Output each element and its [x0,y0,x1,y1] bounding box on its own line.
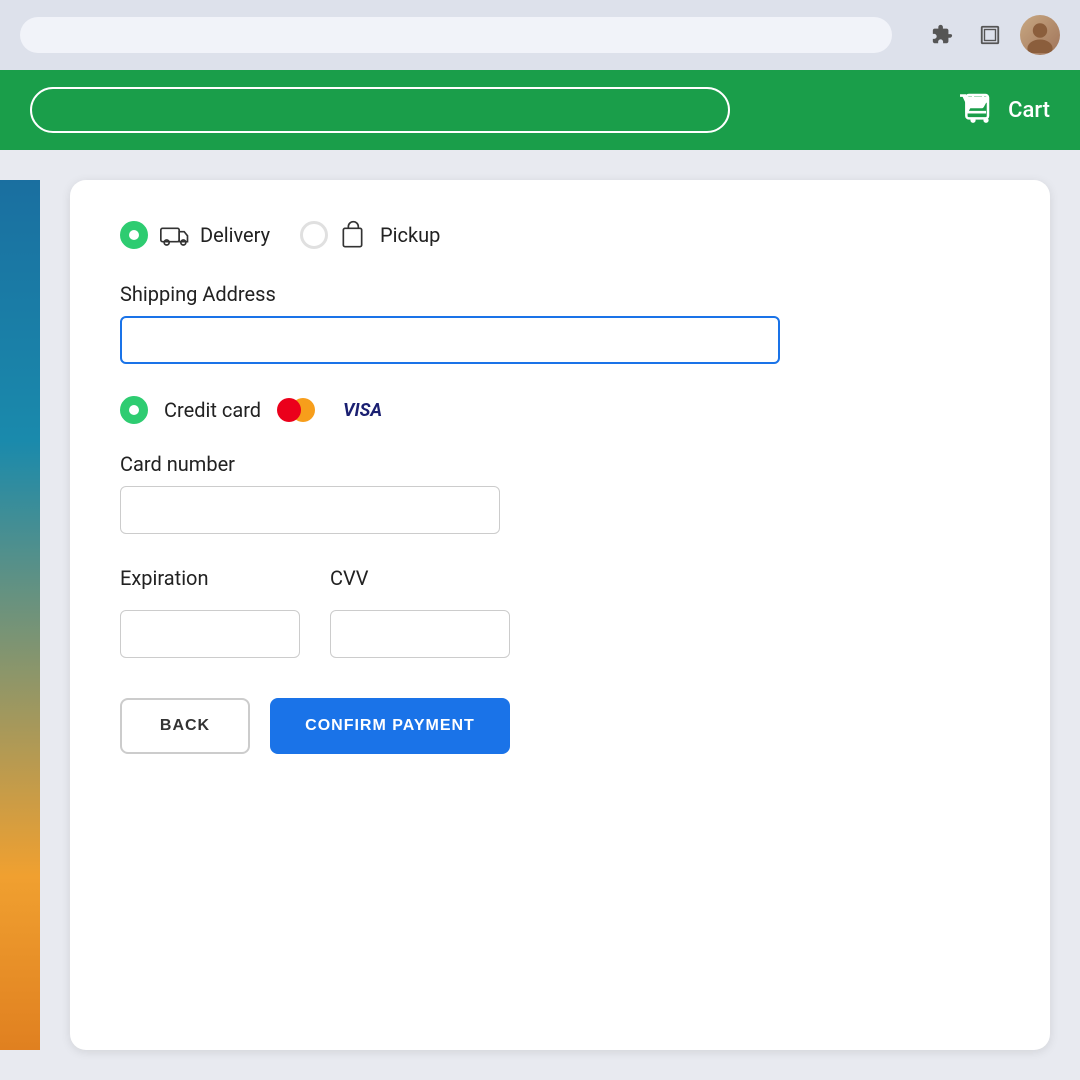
delivery-pickup-row: Delivery Pickup [120,220,1000,250]
expiration-label: Expiration [120,566,300,590]
payment-method-row: Credit card VISA [120,396,1000,424]
cvv-label: CVV [330,566,510,590]
button-row: BACK CONFIRM PAYMENT [120,698,1000,754]
delivery-option[interactable]: Delivery [120,220,270,250]
pickup-radio[interactable] [300,221,328,249]
browser-chrome [0,0,1080,70]
avatar-image [1022,17,1058,53]
puzzle-icon [931,24,953,46]
main-content: Delivery Pickup Shipping Address Credit [0,150,1080,1080]
cart-icon [958,90,998,130]
pickup-option[interactable]: Pickup [300,220,440,250]
back-button[interactable]: BACK [120,698,250,754]
bag-icon [340,220,370,250]
cart-button[interactable]: Cart [958,90,1050,130]
expiry-cvv-row: Expiration CVV [120,566,1000,658]
confirm-payment-button[interactable]: CONFIRM PAYMENT [270,698,510,754]
shipping-address-label: Shipping Address [120,282,1000,306]
cart-label: Cart [1008,98,1050,123]
pickup-label-group: Pickup [340,220,440,250]
shipping-address-input[interactable] [120,316,780,364]
avatar[interactable] [1020,15,1060,55]
truck-icon [160,220,190,250]
delivery-label: Delivery [200,223,270,247]
credit-card-label: Credit card [164,398,261,422]
pickup-label: Pickup [380,223,440,247]
credit-card-radio[interactable] [120,396,148,424]
search-input[interactable] [30,87,730,133]
delivery-radio[interactable] [120,221,148,249]
card-number-input[interactable] [120,486,500,534]
puzzle-icon-button[interactable] [924,17,960,53]
cvv-group: CVV [330,566,510,658]
expiration-group: Expiration [120,566,300,658]
cvv-input[interactable] [330,610,510,658]
nav-bar: Cart [0,70,1080,150]
window-icon [979,24,1001,46]
address-bar[interactable] [20,17,892,53]
card-number-label: Card number [120,452,1000,476]
side-image [0,180,40,1050]
visa-icon: VISA [343,400,382,421]
mc-left-circle [277,398,301,422]
payment-card: Delivery Pickup Shipping Address Credit [70,180,1050,1050]
window-icon-button[interactable] [972,17,1008,53]
mastercard-icon [277,398,315,422]
delivery-label-group: Delivery [160,220,270,250]
expiration-input[interactable] [120,610,300,658]
